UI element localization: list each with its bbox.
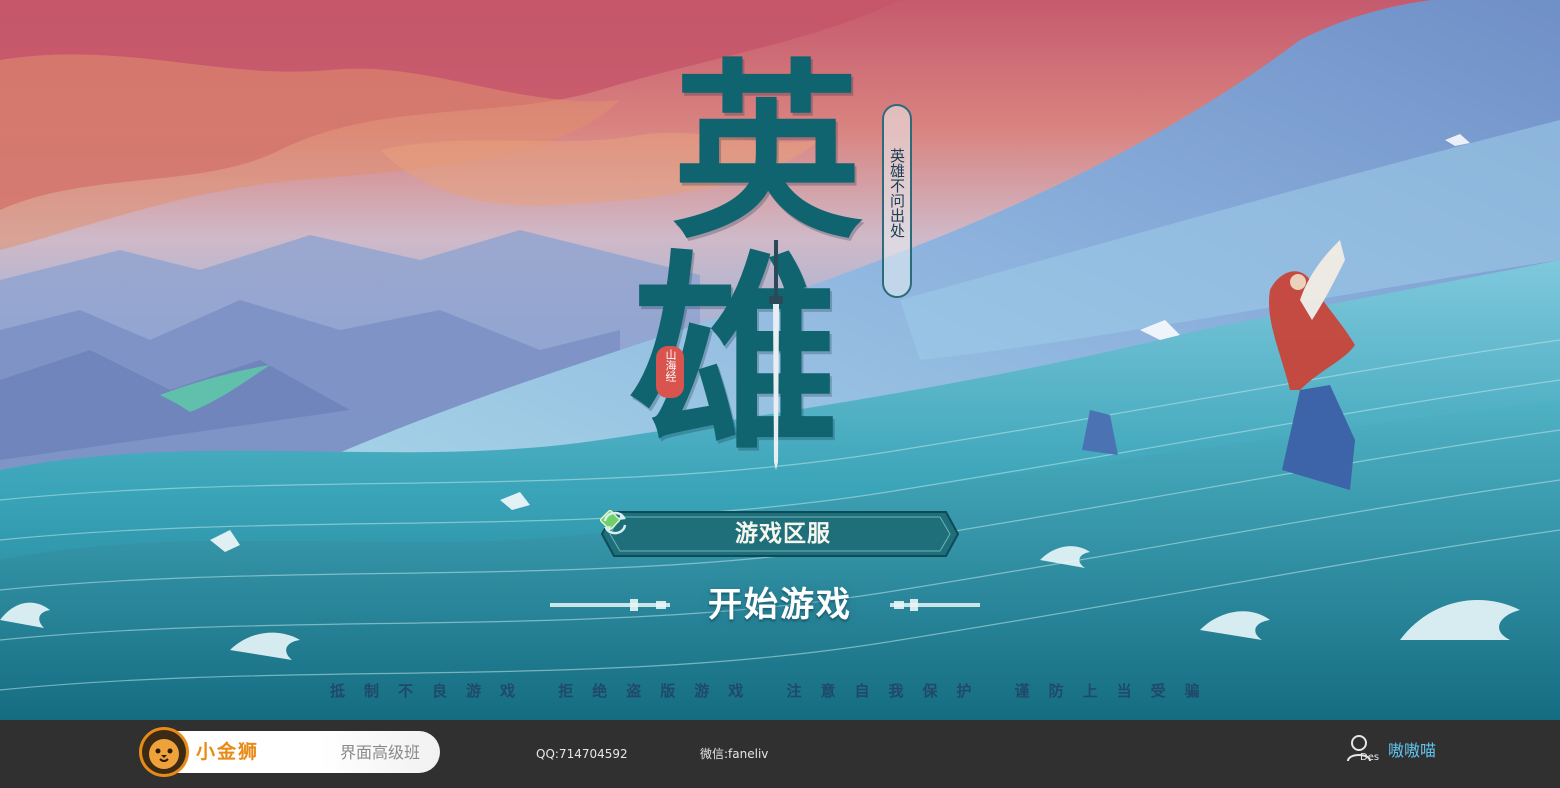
user-badge: Des: [1360, 752, 1380, 763]
seal-stamp: 山海经: [656, 346, 684, 398]
footer-bar: 小金狮 界面高级班 QQ:714704592 微信:faneliv Des 嗷嗷…: [0, 720, 1560, 788]
server-label: 游戏区服: [735, 520, 831, 547]
game-launcher-scene: 英 雄 英雄不问出处 山海经 游戏区服 开始游戏 抵制不良游戏 拒绝盗版游戏 注…: [0, 0, 1560, 720]
qq-contact: QQ:714704592: [536, 747, 628, 761]
refresh-icon[interactable]: [600, 510, 630, 536]
start-game-label: 开始游戏: [708, 585, 852, 625]
server-select-button[interactable]: 游戏区服: [600, 510, 960, 558]
brand-subtitle: 界面高级班: [340, 743, 421, 762]
health-notice: 抵制不良游戏 拒绝盗版游戏 注意自我保护 谨防上当受骗: [330, 682, 1219, 700]
start-game-button[interactable]: 开始游戏: [520, 578, 1040, 632]
wechat-contact: 微信:faneliv: [700, 747, 769, 761]
slogan-text: 英雄不问出处: [888, 148, 906, 238]
brand-name: 小金狮: [196, 741, 260, 763]
seal-text: 山海经: [664, 349, 677, 382]
sword-icon: [769, 240, 783, 470]
username-link[interactable]: 嗷嗷喵: [1388, 740, 1436, 762]
lion-logo-icon: [139, 727, 189, 777]
slogan-plaque: 英雄不问出处: [882, 104, 912, 298]
title-character-ying: 英: [672, 41, 862, 264]
